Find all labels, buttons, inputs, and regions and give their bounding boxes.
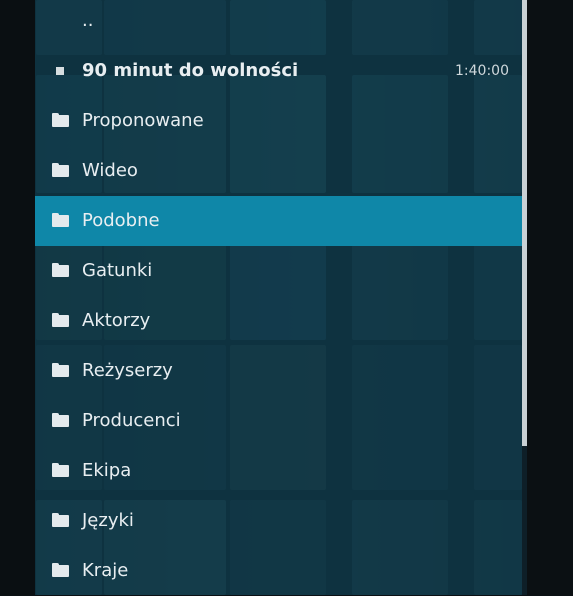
list-item-aktorzy[interactable]: Aktorzy [35, 296, 522, 346]
list-scrollbar[interactable] [522, 0, 527, 595]
list-item-wideo[interactable]: Wideo [35, 146, 522, 196]
list-item-producenci[interactable]: Producenci [35, 396, 522, 446]
scrollbar-thumb[interactable] [522, 0, 527, 446]
list-item-gatunki[interactable]: Gatunki [35, 246, 522, 296]
list-item-proponowane[interactable]: Proponowane [35, 96, 522, 146]
folder-icon [52, 263, 69, 277]
list-item-podobne[interactable]: Podobne [35, 196, 522, 246]
list-item-parent[interactable]: .. [35, 0, 522, 46]
list-item-label: Języki [82, 510, 134, 531]
folder-icon [52, 413, 69, 427]
list-item-kraje[interactable]: Kraje [35, 546, 522, 596]
list-item-label: Gatunki [82, 260, 153, 281]
folder-icon [52, 163, 69, 177]
list-item-ekipa[interactable]: Ekipa [35, 446, 522, 496]
folder-icon [52, 463, 69, 477]
list-item-jezyki[interactable]: Języki [35, 496, 522, 546]
list-item-label: Producenci [82, 410, 181, 431]
list-item-label: Reżyserzy [82, 360, 173, 381]
folder-icon [52, 363, 69, 377]
folder-icon [52, 563, 69, 577]
video-file-icon [56, 67, 64, 75]
folder-icon [52, 213, 69, 227]
right-edge [527, 0, 573, 595]
folder-icon [52, 513, 69, 527]
folder-icon [52, 113, 69, 127]
list-item-label: Ekipa [82, 460, 132, 481]
list-item-label: .. [82, 10, 94, 31]
list-item-label: Podobne [82, 210, 160, 231]
list-item-label: Kraje [82, 560, 129, 581]
list-item-label: Aktorzy [82, 310, 151, 331]
folder-icon [52, 313, 69, 327]
list-item-label: Proponowane [82, 110, 204, 131]
list-item-label: 90 minut do wolności [82, 60, 299, 81]
list-item-rezyserzy[interactable]: Reżyserzy [35, 346, 522, 396]
duration-label: 1:40:00 [455, 63, 509, 79]
list-item-movie[interactable]: 90 minut do wolności 1:40:00 [35, 46, 522, 96]
list-item-label: Wideo [82, 160, 138, 181]
left-edge [0, 0, 35, 595]
